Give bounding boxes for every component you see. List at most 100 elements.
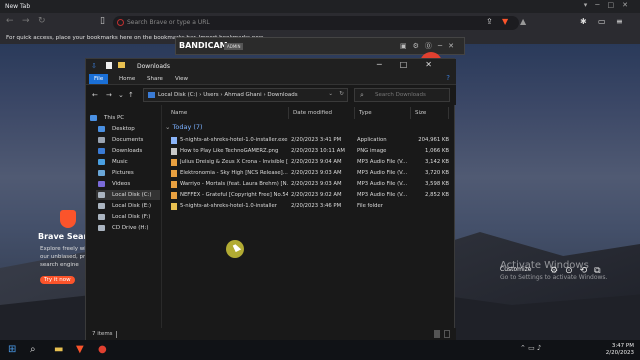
file-row[interactable]: 5-nights-at-shreks-hotel-1.0-installer 2… [163, 201, 453, 211]
chevron-down-icon: ⌄ [165, 123, 173, 131]
try-it-now-button[interactable]: Try it now [40, 276, 75, 284]
path-text: Local Disk (C:) › Users › Ahmad Ghani › … [158, 92, 298, 98]
image-file-icon [171, 148, 177, 155]
file-date: 2/20/2023 10:11 AM [291, 148, 345, 154]
group-label: Today (7) [172, 123, 203, 131]
downloads-icon [98, 148, 105, 154]
search-input[interactable]: ⌕ Search Downloads [354, 88, 450, 102]
audio-file-icon [171, 192, 177, 199]
file-type: MP3 Audio File (V... [357, 170, 408, 176]
file-size: 204,961 KB [418, 137, 449, 143]
address-placeholder: Search Brave or type a URL [127, 19, 210, 26]
help-icon[interactable]: ? [446, 74, 450, 82]
nav-label: Local Disk (C:) [112, 192, 152, 198]
ribbon-tabs: File Home Share View ? [86, 73, 456, 85]
file-name: 5-nights-at-shreks-hotel-1.0-installer [180, 203, 277, 209]
up-icon[interactable]: ↑ [128, 91, 134, 99]
reload-icon[interactable]: ↻ [38, 16, 46, 26]
path-bar[interactable]: Local Disk (C:) › Users › Ahmad Ghani › … [143, 88, 348, 102]
nav-local-disk-f[interactable]: Local Disk (F:) [96, 212, 160, 222]
file-date: 2/20/2023 3:41 PM [291, 137, 342, 143]
nav-downloads[interactable]: Downloads [96, 146, 160, 156]
bandicam-controls[interactable]: ▣⚙⓪─✕ [400, 41, 460, 51]
large-icons-view-icon[interactable] [444, 330, 450, 338]
nav-this-pc[interactable]: This PC [88, 113, 152, 123]
file-date: 2/20/2023 9:02 AM [291, 192, 342, 198]
file-type: MP3 Audio File (V... [357, 181, 408, 187]
share-icon[interactable]: ⇪ [486, 17, 496, 27]
music-icon [98, 159, 105, 165]
nav-local-disk-e[interactable]: Local Disk (E:) [96, 201, 160, 211]
nav-videos[interactable]: Videos [96, 179, 160, 189]
nav-desktop[interactable]: Desktop [96, 124, 160, 134]
customize-button[interactable]: Customize [500, 266, 532, 273]
extensions-icon[interactable]: ✱ [580, 17, 590, 27]
tray-icons[interactable]: ⌃ ▭ ♪ [520, 344, 541, 352]
column-size[interactable]: Size [411, 107, 449, 119]
browser-toolbar: ← → ↻ ▯ Search Brave or type a URL ⇪ ▼ ▲… [0, 13, 640, 33]
refresh-icon[interactable]: ↻ [339, 91, 344, 97]
back-icon[interactable]: ← [92, 91, 98, 99]
file-size: 1,066 KB [425, 148, 449, 154]
nav-label: This PC [104, 115, 125, 121]
nav-local-disk-c[interactable]: Local Disk (C:) [96, 190, 160, 200]
bandicam-admin-badge: ADMIN [224, 43, 244, 50]
brave-shields-icon[interactable]: ▼ [502, 17, 512, 27]
new-folder-icon[interactable] [118, 62, 125, 68]
search-icon[interactable]: ⌕ [30, 344, 36, 355]
pc-icon [90, 115, 97, 121]
file-explorer-icon[interactable]: ▬ [54, 344, 63, 355]
nav-pictures[interactable]: Pictures [96, 168, 160, 178]
file-row[interactable]: Julius Dreisig & Zeus X Crona - Invisibl… [163, 157, 453, 167]
details-view-icon[interactable] [434, 330, 440, 338]
tab-home[interactable]: Home [114, 74, 140, 84]
file-row[interactable]: Warriyo - Mortals (feat. Laura Brehm) [N… [163, 179, 453, 189]
tab-file[interactable]: File [89, 74, 109, 84]
nav-documents[interactable]: Documents [96, 135, 160, 145]
tab-view[interactable]: View [170, 74, 193, 84]
column-name[interactable]: Name [167, 107, 289, 119]
desktop-icon [98, 126, 105, 132]
recent-locations-icon[interactable]: ⌄ [118, 91, 124, 99]
rewards-icon[interactable]: ▲ [520, 17, 530, 27]
file-row[interactable]: NEFFEX - Grateful [Copyright Free] No.54… [163, 190, 453, 200]
navigation-pane: This PC Desktop Documents Downloads Musi… [86, 105, 162, 328]
start-icon[interactable]: ⊞ [8, 344, 16, 355]
file-type: File folder [357, 203, 383, 209]
column-type[interactable]: Type [355, 107, 411, 119]
quick-access-icon[interactable]: ⇩ [91, 62, 97, 70]
drive-icon [98, 203, 105, 209]
file-size: 3,720 KB [425, 170, 449, 176]
tab-new-tab[interactable]: New Tab [0, 0, 90, 13]
forward-icon[interactable]: → [22, 16, 30, 26]
back-icon[interactable]: ← [6, 16, 14, 26]
menu-icon[interactable]: ≡ [616, 17, 626, 27]
forward-icon[interactable]: → [106, 91, 112, 99]
properties-icon[interactable] [106, 62, 112, 69]
explorer-titlebar: ⇩ Downloads ─□✕ [86, 59, 456, 73]
nav-music[interactable]: Music [96, 157, 160, 167]
explorer-window-controls[interactable]: ─□✕ [377, 60, 450, 69]
address-bar[interactable]: Search Brave or type a URL [113, 16, 519, 30]
group-header-today[interactable]: ⌄ Today (7) [165, 123, 203, 131]
bandicam-icon[interactable]: ● [98, 344, 107, 355]
sidebar-icon[interactable]: ▭ [598, 17, 608, 27]
file-list: Name Date modified Type Size ⌄ Today (7)… [163, 105, 453, 328]
newtab-bottom-icons[interactable]: ⚙⊙⟲⧉ [550, 266, 608, 276]
nav-label: Music [112, 159, 128, 165]
brave-icon[interactable]: ▼ [76, 344, 84, 355]
nav-cd-drive-h[interactable]: CD Drive (H:) [96, 223, 160, 233]
window-controls[interactable]: ▾─□✕ [584, 1, 636, 9]
taskbar-clock[interactable]: 3:47 PM 2/20/2023 [606, 343, 634, 357]
dropdown-icon[interactable]: ⌄ [328, 91, 333, 97]
file-date: 2/20/2023 3:46 PM [291, 203, 342, 209]
status-divider [116, 331, 117, 338]
file-row[interactable]: 5-nights-at-shreks-hotel-1.0-installer.e… [163, 135, 453, 145]
drive-icon [98, 192, 105, 198]
tab-share[interactable]: Share [142, 74, 168, 84]
file-row[interactable]: Elektronomia - Sky High [NCS Release]...… [163, 168, 453, 178]
bookmark-icon[interactable]: ▯ [100, 16, 105, 26]
column-date[interactable]: Date modified [289, 107, 355, 119]
file-row[interactable]: How to Play Like TechnoGAMERZ.png 2/20/2… [163, 146, 453, 156]
clock-date: 2/20/2023 [605, 350, 634, 356]
